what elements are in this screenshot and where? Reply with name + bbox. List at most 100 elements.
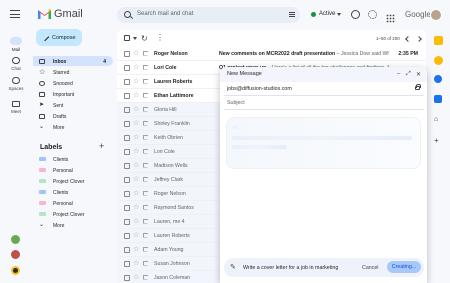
nav-more[interactable]: ⌄ More (33, 122, 113, 132)
search-options-icon[interactable] (289, 12, 295, 13)
apps-grid-icon[interactable] (386, 10, 395, 23)
row-checkbox[interactable] (124, 261, 130, 267)
rail-mail[interactable]: Mail (1, 37, 31, 52)
gmail-logo[interactable] (38, 9, 51, 19)
star-icon[interactable]: ☆ (133, 232, 139, 239)
select-all-checkbox[interactable] (124, 35, 130, 41)
important-marker-icon[interactable] (143, 246, 149, 252)
important-marker-icon[interactable] (143, 120, 149, 126)
search-icon[interactable] (124, 11, 131, 18)
label-item[interactable]: Project Clover (33, 176, 113, 186)
star-icon[interactable]: ☆ (133, 190, 139, 197)
important-marker-icon[interactable] (143, 106, 149, 112)
search-input[interactable]: Search mail and chat (137, 11, 193, 17)
minimize-icon[interactable]: – (397, 71, 400, 77)
important-marker-icon[interactable] (143, 92, 149, 98)
row-checkbox[interactable] (124, 233, 130, 239)
star-icon[interactable]: ☆ (133, 134, 139, 141)
row-checkbox[interactable] (124, 107, 130, 113)
row-checkbox[interactable] (124, 121, 130, 127)
label-item[interactable]: Personal (33, 165, 113, 175)
keep-icon[interactable] (434, 56, 443, 65)
calendar-icon[interactable] (434, 36, 443, 45)
subject-field[interactable]: Subject (227, 100, 245, 106)
row-checkbox[interactable] (124, 79, 130, 85)
settings-icon[interactable] (368, 10, 377, 19)
row-checkbox[interactable] (124, 275, 130, 281)
nav-sent[interactable]: ➤ Sent (33, 100, 113, 110)
important-marker-icon[interactable] (143, 50, 149, 56)
chat-bubble-icon[interactable]: ⌂ (434, 116, 438, 123)
row-checkbox[interactable] (124, 135, 130, 141)
account-avatar[interactable] (430, 9, 442, 21)
label-item[interactable]: Clients (33, 187, 113, 197)
star-icon[interactable]: ☆ (133, 120, 139, 127)
important-marker-icon[interactable] (143, 190, 149, 196)
star-icon[interactable]: ☆ (133, 92, 139, 99)
row-checkbox[interactable] (124, 191, 130, 197)
add-addon-icon[interactable]: + (434, 136, 439, 145)
important-marker-icon[interactable] (143, 204, 149, 210)
tasks-icon[interactable] (434, 75, 442, 83)
star-icon[interactable]: ☆ (133, 64, 139, 71)
important-marker-icon[interactable] (143, 78, 149, 84)
creating-button[interactable]: Creating... (387, 261, 421, 273)
row-checkbox[interactable] (124, 93, 130, 99)
more-options-icon[interactable]: ⋮ (156, 33, 164, 42)
rail-chat[interactable]: Chat (1, 57, 31, 71)
row-checkbox[interactable] (124, 177, 130, 183)
main-menu-icon[interactable] (10, 10, 20, 18)
close-icon[interactable]: ✕ (416, 71, 421, 78)
recipient-field[interactable]: jobs@diffusion-studios.com (227, 86, 292, 92)
prompt-input[interactable]: Write a cover letter for a job in market… (243, 265, 338, 271)
row-checkbox[interactable] (124, 65, 130, 71)
important-marker-icon[interactable] (143, 64, 149, 70)
add-label-icon[interactable]: + (99, 142, 106, 151)
star-icon[interactable]: ☆ (133, 260, 139, 267)
star-icon[interactable]: ☆ (133, 106, 139, 113)
important-marker-icon[interactable] (143, 218, 149, 224)
star-icon[interactable]: ☆ (133, 50, 139, 57)
help-icon[interactable] (351, 10, 360, 19)
row-checkbox[interactable] (124, 163, 130, 169)
star-icon[interactable]: ☆ (133, 176, 139, 183)
nav-important[interactable]: Important (33, 89, 113, 99)
star-icon[interactable]: ☆ (133, 148, 139, 155)
lock-icon[interactable] (415, 84, 421, 90)
row-checkbox[interactable] (124, 247, 130, 253)
label-item[interactable]: Project Clover (33, 209, 113, 219)
star-icon[interactable]: ☆ (133, 246, 139, 253)
nav-starred[interactable]: ☆ Starred (33, 67, 113, 77)
important-marker-icon[interactable] (143, 274, 149, 280)
nav-snoozed[interactable]: Snoozed (33, 78, 113, 88)
label-more[interactable]: ⌄ More (33, 220, 113, 230)
chevron-down-icon[interactable] (337, 13, 341, 16)
important-marker-icon[interactable] (143, 162, 149, 168)
important-marker-icon[interactable] (143, 232, 149, 238)
contact-avatar[interactable] (11, 250, 20, 259)
row-checkbox[interactable] (124, 205, 130, 211)
important-marker-icon[interactable] (143, 176, 149, 182)
chevron-down-icon[interactable] (133, 37, 137, 40)
star-icon[interactable]: ☆ (133, 218, 139, 225)
label-item[interactable]: Personal (33, 198, 113, 208)
star-icon[interactable]: ☆ (133, 204, 139, 211)
contacts-icon[interactable] (434, 95, 442, 103)
refresh-icon[interactable]: ↻ (141, 34, 148, 43)
star-icon[interactable]: ☆ (133, 162, 139, 169)
star-icon[interactable]: ☆ (133, 78, 139, 85)
row-checkbox[interactable] (124, 51, 130, 57)
rail-meet[interactable]: Meet (1, 101, 31, 114)
nav-inbox[interactable]: Inbox 4 (33, 56, 113, 66)
rail-spaces[interactable]: Spaces (1, 77, 31, 91)
label-item[interactable]: Clients (33, 154, 113, 164)
contact-avatar[interactable] (11, 266, 20, 275)
contact-avatar[interactable] (11, 235, 20, 244)
cancel-button[interactable]: Cancel (362, 265, 379, 271)
important-marker-icon[interactable] (143, 134, 149, 140)
expand-icon[interactable]: ⤢ (406, 71, 411, 78)
row-checkbox[interactable] (124, 219, 130, 225)
row-checkbox[interactable] (124, 149, 130, 155)
important-marker-icon[interactable] (143, 148, 149, 154)
nav-drafts[interactable]: Drafts (33, 111, 113, 121)
